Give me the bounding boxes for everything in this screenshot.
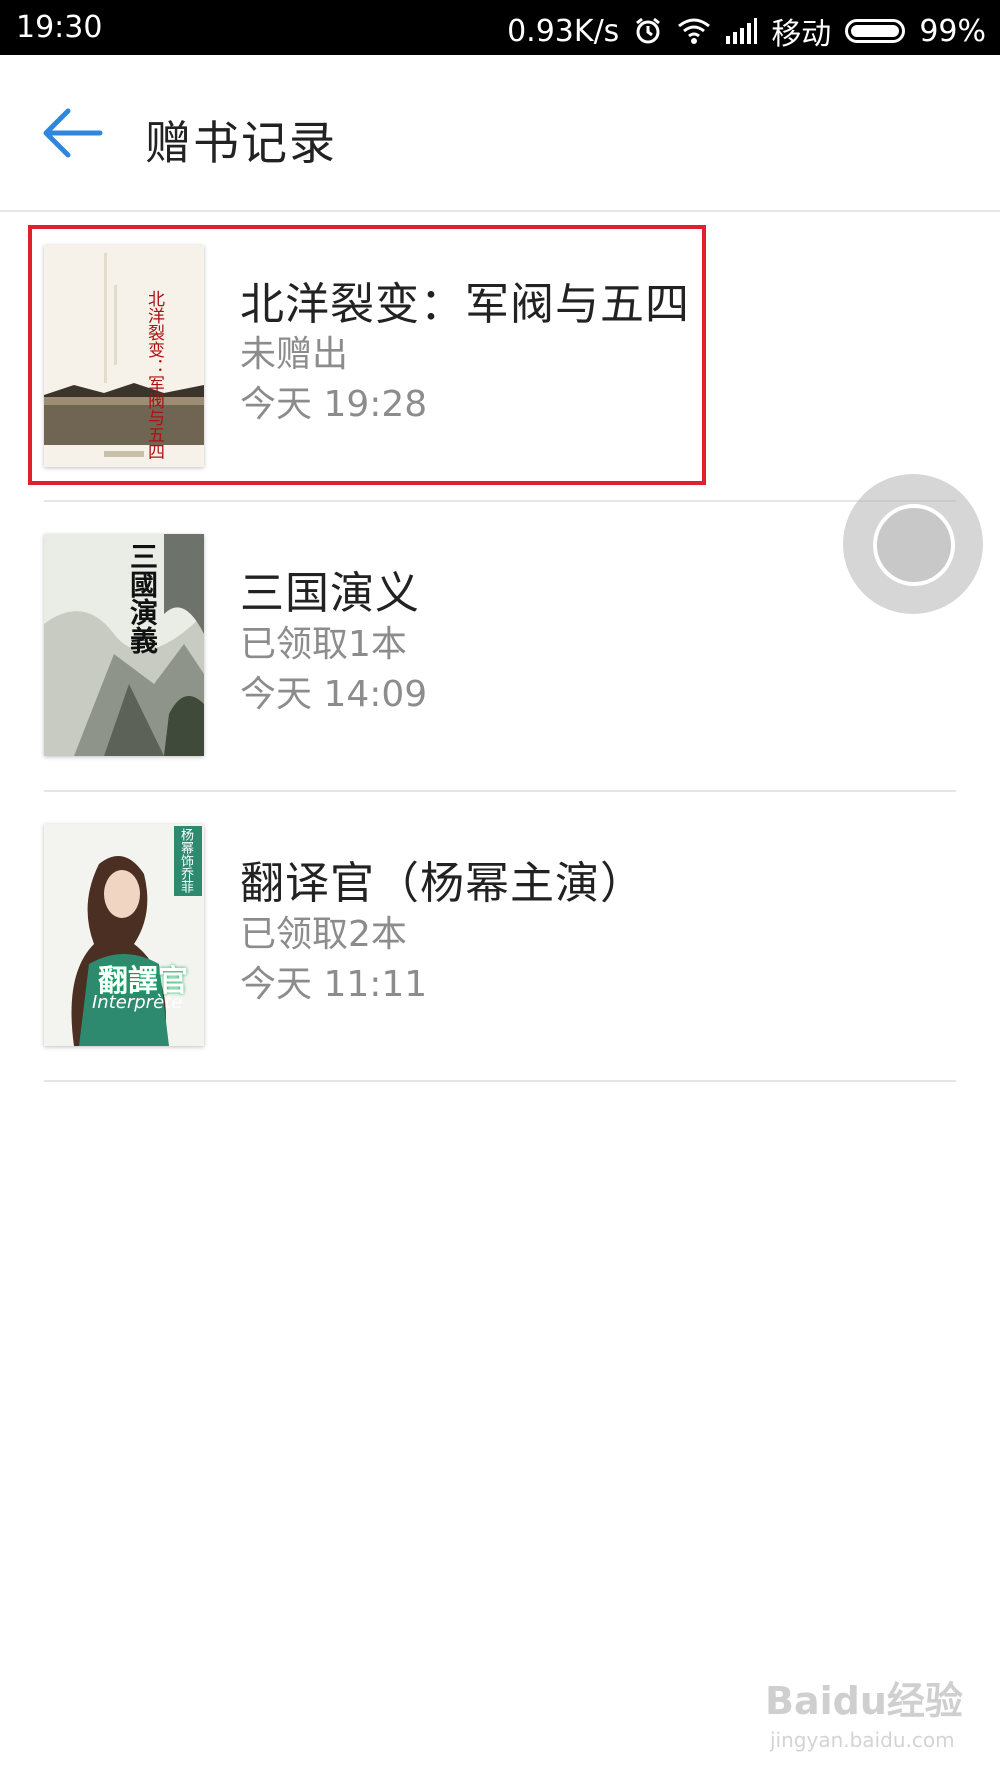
- watermark-url: jingyan.baidu.com: [770, 1728, 955, 1752]
- cover-title: 北洋裂变：军阀与五四: [144, 290, 164, 460]
- gift-record-item[interactable]: 三國演義 三国演义 已领取1本 今天 14:09: [44, 502, 956, 792]
- book-title: 北洋裂变：军阀与五四: [240, 279, 690, 330]
- status-indicators: 0.93K/s 移动 99%: [507, 9, 986, 53]
- network-speed: 0.93K/s: [507, 13, 620, 49]
- alarm-icon: [633, 16, 663, 46]
- cover-title: 三國演義: [126, 542, 159, 654]
- gift-status: 已领取1本: [240, 624, 407, 665]
- page-title: 赠书记录: [145, 116, 337, 170]
- cover-tag: 杨幂饰乔菲: [178, 828, 193, 893]
- status-time: 19:30: [16, 10, 103, 45]
- divider: [44, 1080, 956, 1082]
- book-title: 三国演义: [240, 568, 420, 619]
- gift-time: 今天 11:11: [240, 964, 428, 1005]
- gift-time: 今天 14:09: [240, 674, 428, 715]
- status-bar: 19:30 0.93K/s 移动 99%: [0, 0, 1000, 55]
- battery-icon: [845, 19, 906, 43]
- gift-record-item[interactable]: 北洋裂变：军阀与五四 北洋裂变：军阀与五四 未赠出 今天 19:28: [44, 225, 956, 515]
- wifi-icon: [677, 17, 711, 45]
- book-title: 翻译官（杨幂主演）: [240, 858, 645, 909]
- book-cover: 三國演義: [44, 534, 204, 756]
- circle-icon: [873, 504, 955, 586]
- back-button[interactable]: [38, 103, 108, 163]
- watermark-logo: Baidu经验: [765, 1679, 963, 1723]
- gift-record-item[interactable]: 翻譯官 Interprète 杨幂饰乔菲 翻译官（杨幂主演） 已领取2本 今天 …: [44, 792, 956, 1082]
- book-cover-art: [44, 245, 204, 467]
- battery-percent: 99%: [919, 13, 986, 49]
- gift-status: 未赠出: [240, 334, 349, 375]
- book-cover: 北洋裂变：军阀与五四: [44, 245, 204, 467]
- cover-subtitle: Interprète: [92, 992, 183, 1013]
- app-bar: 赠书记录: [0, 55, 1000, 212]
- back-arrow-icon: [43, 108, 103, 158]
- book-cover: 翻譯官 Interprète 杨幂饰乔菲: [44, 824, 204, 1046]
- signal-icon: [725, 18, 758, 44]
- gift-time: 今天 19:28: [240, 384, 428, 425]
- floating-assistive-button[interactable]: [843, 474, 983, 614]
- gift-status: 已领取2本: [240, 914, 407, 955]
- carrier-label: 移动: [771, 17, 832, 52]
